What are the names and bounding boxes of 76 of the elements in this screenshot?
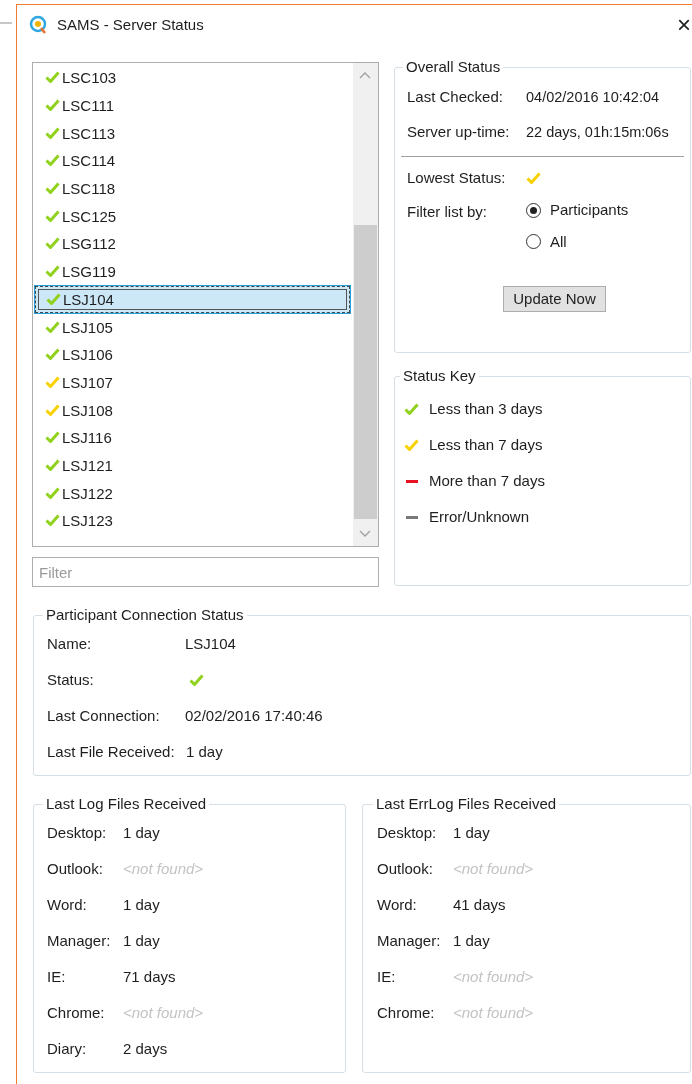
- group-title: Overall Status: [405, 58, 502, 76]
- group-title: Last Log Files Received: [45, 795, 208, 813]
- list-item[interactable]: LSJ116: [35, 423, 350, 452]
- field-label: Server up-time:: [407, 122, 511, 143]
- list-item[interactable]: LSJ121: [35, 451, 350, 480]
- key-label: More than 7 days: [429, 470, 545, 491]
- list-item[interactable]: LSC111: [35, 91, 350, 120]
- field-value: 22 days, 01h:15m:06s: [526, 122, 669, 142]
- radio-button[interactable]: Participants: [526, 199, 629, 222]
- field-value: 1 day: [123, 894, 160, 915]
- list-item[interactable]: LSC118: [35, 174, 350, 203]
- field-value: <not found>: [453, 1002, 534, 1023]
- field-label: Status:: [47, 669, 95, 690]
- field-value: 1 day: [453, 930, 490, 951]
- field-label: Outlook:: [377, 858, 434, 879]
- field-label: Manager:: [47, 930, 112, 951]
- field-label: Lowest Status:: [407, 167, 507, 188]
- field-label: IE:: [47, 966, 67, 987]
- field-label: Word:: [377, 894, 418, 915]
- field-value: <not found>: [123, 1002, 204, 1023]
- field-label: Chrome:: [47, 1002, 106, 1023]
- list-item[interactable]: LSC125: [35, 202, 350, 231]
- field-label: Last Connection:: [47, 705, 161, 726]
- list-item[interactable]: LSC113: [35, 119, 350, 148]
- field-label: Word:: [47, 894, 88, 915]
- list-item[interactable]: LSC114: [35, 147, 350, 175]
- field-value: LSJ104: [185, 633, 236, 654]
- field-value: 71 days: [123, 966, 176, 987]
- field-value: 04/02/2016 10:42:04: [526, 87, 660, 107]
- app-logo-icon: [29, 15, 49, 35]
- field-value: 02/02/2016 17:40:46: [185, 705, 323, 726]
- field-label: Desktop:: [47, 822, 108, 843]
- field-label: Outlook:: [47, 858, 104, 879]
- key-label: Less than 7 days: [429, 434, 543, 455]
- field-value: 2 days: [123, 1038, 168, 1059]
- list-item[interactable]: LSG112: [35, 230, 350, 258]
- list-item[interactable]: LSJ104: [35, 285, 350, 314]
- key-label: Error/Unknown: [429, 506, 530, 527]
- field-value: 1 day: [453, 822, 490, 843]
- list-item[interactable]: LSJ123: [35, 507, 350, 535]
- field-label: Desktop:: [377, 822, 438, 843]
- list-item[interactable]: LSC103: [35, 64, 350, 92]
- field-label: Last Checked:: [407, 87, 504, 108]
- scroll-up-icon[interactable]: [359, 71, 371, 79]
- field-label: Chrome:: [377, 1002, 436, 1023]
- update-now-button[interactable]: Update Now: [503, 286, 606, 312]
- field-label: Manager:: [377, 930, 442, 951]
- field-value: <not found>: [123, 858, 204, 879]
- list-item[interactable]: LSJ106: [35, 340, 350, 369]
- scrollbar[interactable]: [353, 63, 378, 546]
- field-label: IE:: [377, 966, 397, 987]
- filter-field[interactable]: Filter: [32, 557, 379, 587]
- list-item[interactable]: LSG119: [35, 257, 350, 286]
- close-button[interactable]: ×: [676, 13, 692, 37]
- field-value: <not found>: [453, 858, 534, 879]
- field-value: 41 days: [453, 894, 506, 915]
- field-label: Name:: [47, 633, 93, 654]
- key-label: Less than 3 days: [429, 398, 543, 419]
- list-item[interactable]: LSJ107: [35, 368, 350, 397]
- radio-button[interactable]: All: [526, 230, 629, 253]
- field-value: <not found>: [453, 966, 534, 987]
- group-title: Status Key: [402, 367, 477, 385]
- field-label: Filter list by:: [407, 202, 488, 222]
- field-label: Diary:: [47, 1038, 88, 1059]
- field-value: 1 day: [123, 822, 160, 843]
- scrollbar-thumb[interactable]: [354, 225, 377, 519]
- field-label: Last File Received:: [47, 741, 176, 762]
- scroll-down-icon[interactable]: [359, 530, 371, 538]
- field-value: 1 day: [123, 930, 160, 951]
- field-value: 1 day: [186, 741, 223, 762]
- window-title: SAMS - Server Status: [57, 14, 204, 35]
- list-item[interactable]: LSJ108: [35, 396, 350, 424]
- group-title: Last ErrLog Files Received: [375, 795, 558, 813]
- group-title: Participant Connection Status: [45, 606, 245, 624]
- list-item[interactable]: LSJ105: [35, 313, 350, 341]
- list-item[interactable]: LSJ122: [35, 479, 350, 507]
